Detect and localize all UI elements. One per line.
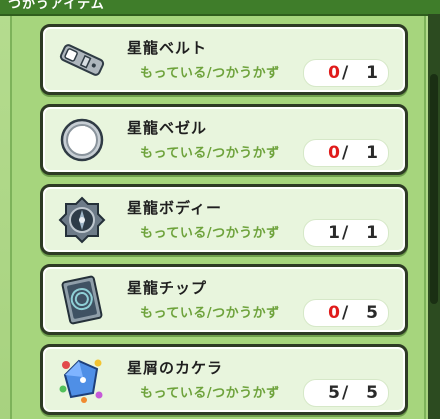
owned-needed-label: もっている/つかうかず [140, 66, 280, 81]
count-badge: 0 / 1 [303, 139, 389, 167]
owned-needed-label: もっている/つかうかず [140, 386, 280, 401]
need-count: 1 [366, 63, 378, 83]
item-name: 星龍チップ [127, 279, 208, 297]
need-count: 1 [366, 143, 378, 163]
chip-card-icon [57, 275, 107, 325]
scrollbar[interactable] [428, 14, 440, 419]
need-count: 5 [366, 383, 378, 403]
need-count: 5 [366, 303, 378, 323]
stardust-shard-icon [57, 355, 107, 405]
count-slash: / [342, 303, 349, 323]
owned-needed-label: もっている/つかうかず [140, 306, 280, 321]
count-slash: / [342, 223, 349, 243]
have-count: 0 [328, 143, 340, 163]
have-count: 0 [328, 63, 340, 83]
item-name: 星龍ボディー [127, 199, 222, 217]
item-row-belt[interactable]: 星龍ベルト もっている/つかうかず 0 / 1 [40, 24, 408, 95]
item-row-stardust[interactable]: 星屑のカケラ もっている/つかうかず 5 / 5 [40, 344, 408, 415]
count-slash: / [342, 383, 349, 403]
have-count: 5 [328, 383, 340, 403]
bezel-ring-icon [57, 115, 107, 165]
item-row-body[interactable]: 星龍ボディー もっている/つかうかず 1 / 1 [40, 184, 408, 255]
count-slash: / [342, 143, 349, 163]
item-row-chip[interactable]: 星龍チップ もっている/つかうかず 0 / 5 [40, 264, 408, 335]
have-count: 1 [328, 223, 340, 243]
item-name: 星龍ベルト [127, 39, 208, 57]
count-badge: 1 / 1 [303, 219, 389, 247]
item-row-bezel[interactable]: 星龍ベゼル もっている/つかうかず 0 / 1 [40, 104, 408, 175]
belt-icon [57, 35, 107, 85]
count-badge: 0 / 1 [303, 59, 389, 87]
count-slash: / [342, 63, 349, 83]
count-badge: 0 / 5 [303, 299, 389, 327]
item-name: 星龍ベゼル [127, 119, 208, 137]
need-count: 1 [366, 223, 378, 243]
count-badge: 5 / 5 [303, 379, 389, 407]
have-count: 0 [328, 303, 340, 323]
header-title: つかうアイテム [8, 0, 105, 12]
watch-body-icon [57, 195, 107, 245]
owned-needed-label: もっている/つかうかず [140, 146, 280, 161]
owned-needed-label: もっている/つかうかず [140, 226, 280, 241]
item-name: 星屑のカケラ [127, 359, 224, 377]
scrollbar-thumb[interactable] [430, 74, 438, 304]
header-bar: つかうアイテム [0, 0, 440, 16]
